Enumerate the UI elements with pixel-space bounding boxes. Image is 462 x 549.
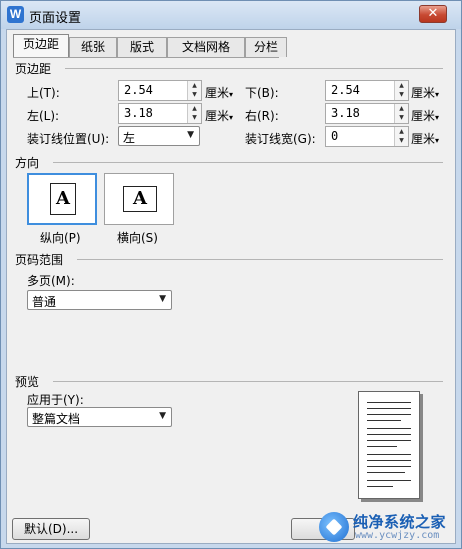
- pages-divider: [77, 259, 443, 260]
- top-margin-unit[interactable]: 厘米▾: [205, 84, 233, 101]
- chevron-down-icon: ▼: [159, 294, 166, 304]
- chevron-down-icon: ▼: [187, 130, 194, 140]
- top-margin-label: 上(T):: [27, 86, 60, 100]
- tab-layout[interactable]: 版式: [117, 37, 167, 57]
- margins-divider: [65, 68, 443, 69]
- right-margin-value[interactable]: 3.18: [331, 106, 360, 120]
- apply-to-select[interactable]: 整篇文档 ▼: [27, 407, 172, 427]
- bottom-margin-unit[interactable]: 厘米▾: [411, 84, 439, 101]
- apply-to-value: 整篇文档: [32, 412, 81, 426]
- orientation-section-label: 方向: [15, 156, 40, 170]
- margins-section-label: 页边距: [15, 62, 52, 76]
- watermark-url: www.ycwjzy.com: [355, 530, 440, 541]
- landscape-label[interactable]: 横向(S): [117, 229, 158, 246]
- bottom-margin-value[interactable]: 2.54: [331, 83, 360, 97]
- site-watermark: 纯净系统之家 www.ycwjzy.com: [319, 510, 457, 544]
- portrait-page-icon: A: [50, 183, 76, 215]
- tab-columns[interactable]: 分栏: [245, 37, 287, 57]
- right-margin-unit[interactable]: 厘米▾: [411, 107, 439, 124]
- page-setup-dialog: W 页面设置 ✕ 纸张 版式 文档网格 分栏 页边距 页边距 上(T): 2.5…: [0, 0, 462, 549]
- top-margin-spinner[interactable]: 2.54 ▲ ▼: [118, 80, 202, 101]
- wps-writer-icon: W: [7, 6, 24, 23]
- gutter-position-value: 左: [123, 131, 136, 145]
- right-margin-stepper[interactable]: ▲ ▼: [394, 104, 408, 123]
- landscape-page-icon: A: [123, 186, 157, 212]
- gutter-position-label: 装订线位置(U):: [27, 132, 110, 146]
- right-margin-label: 右(R):: [245, 109, 279, 123]
- dialog-body: 纸张 版式 文档网格 分栏 页边距 页边距 上(T): 2.54 ▲ ▼ 厘米▾ …: [6, 29, 456, 544]
- gutter-width-stepper[interactable]: ▲ ▼: [394, 127, 408, 146]
- portrait-label[interactable]: 纵向(P): [40, 229, 81, 246]
- gutter-position-select[interactable]: 左 ▼: [118, 126, 200, 146]
- preview-divider: [53, 381, 443, 382]
- left-margin-spinner[interactable]: 3.18 ▲ ▼: [118, 103, 202, 124]
- right-margin-spinner[interactable]: 3.18 ▲ ▼: [325, 103, 409, 124]
- chevron-down-icon: ▼: [159, 411, 166, 421]
- multiple-pages-select[interactable]: 普通 ▼: [27, 290, 172, 310]
- close-button[interactable]: ✕: [419, 5, 447, 23]
- dialog-title: 页面设置: [29, 11, 82, 26]
- watermark-logo-icon: [319, 512, 349, 542]
- top-margin-stepper[interactable]: ▲ ▼: [187, 81, 201, 100]
- left-margin-stepper[interactable]: ▲ ▼: [187, 104, 201, 123]
- left-margin-value[interactable]: 3.18: [124, 106, 153, 120]
- left-margin-unit[interactable]: 厘米▾: [205, 107, 233, 124]
- pages-section-label: 页码范围: [15, 253, 64, 267]
- top-margin-value[interactable]: 2.54: [124, 83, 153, 97]
- tab-margins[interactable]: 页边距: [13, 34, 69, 57]
- tab-strip-line: [13, 57, 279, 58]
- orientation-divider: [53, 162, 443, 163]
- watermark-text: 纯净系统之家: [353, 513, 447, 531]
- left-margin-label: 左(L):: [27, 109, 60, 123]
- bottom-margin-label: 下(B):: [245, 86, 279, 100]
- landscape-option[interactable]: A: [104, 173, 174, 225]
- bottom-margin-stepper[interactable]: ▲ ▼: [394, 81, 408, 100]
- portrait-option[interactable]: A: [27, 173, 97, 225]
- bottom-margin-spinner[interactable]: 2.54 ▲ ▼: [325, 80, 409, 101]
- gutter-width-spinner[interactable]: 0 ▲ ▼: [325, 126, 409, 147]
- tab-paper[interactable]: 纸张: [69, 37, 117, 57]
- tab-document-grid[interactable]: 文档网格: [167, 37, 245, 57]
- preview-section-label: 预览: [15, 375, 40, 389]
- gutter-width-value[interactable]: 0: [331, 129, 338, 143]
- title-bar[interactable]: W 页面设置 ✕: [1, 1, 461, 29]
- gutter-width-label: 装订线宽(G):: [245, 132, 316, 146]
- multiple-pages-value: 普通: [32, 295, 57, 309]
- gutter-width-unit[interactable]: 厘米▾: [411, 130, 439, 147]
- apply-to-label: 应用于(Y):: [27, 393, 84, 407]
- page-preview: [358, 391, 420, 499]
- default-button[interactable]: 默认(D)...: [12, 518, 90, 540]
- multiple-pages-label: 多页(M):: [27, 274, 75, 288]
